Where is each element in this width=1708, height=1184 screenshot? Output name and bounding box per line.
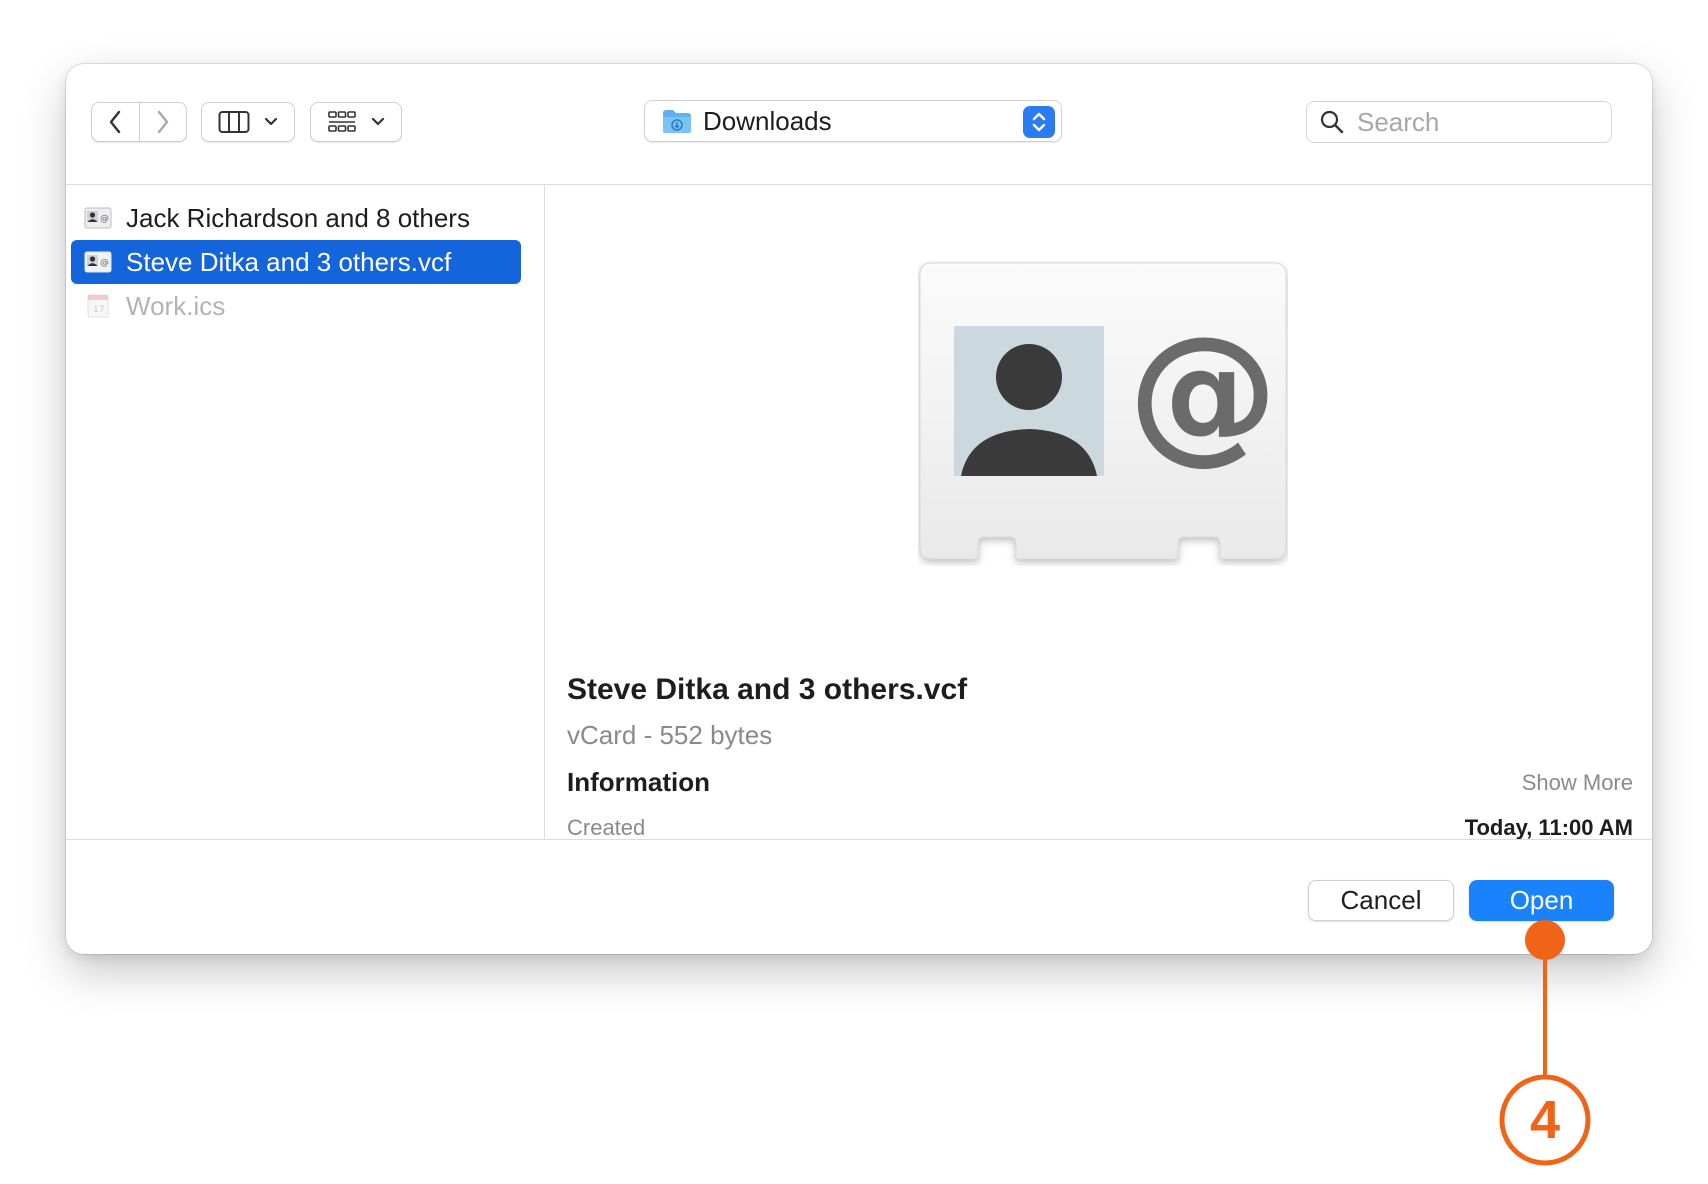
chevron-left-icon bbox=[110, 110, 121, 134]
show-more-link[interactable]: Show More bbox=[1522, 770, 1633, 796]
nav-button-group bbox=[91, 102, 187, 142]
location-stepper[interactable] bbox=[1023, 106, 1055, 138]
toolbar: Downloads bbox=[66, 64, 1652, 185]
search-icon bbox=[1320, 110, 1344, 134]
vcard-icon: @ bbox=[84, 250, 112, 274]
file-name: Jack Richardson and 8 others bbox=[126, 202, 470, 233]
icon-grid-icon bbox=[328, 111, 356, 132]
file-row-steve-ditka[interactable]: @ Steve Ditka and 3 others.vcf bbox=[71, 240, 521, 284]
location-popup[interactable]: Downloads bbox=[644, 100, 1062, 142]
preview-filename: Steve Ditka and 3 others.vcf bbox=[567, 673, 968, 706]
downloads-folder-icon bbox=[663, 110, 691, 133]
svg-text:17: 17 bbox=[93, 305, 104, 315]
view-mode-button[interactable] bbox=[201, 102, 295, 142]
preview-pane: @ Steve Ditka and 3 others.vcf vCard - 5… bbox=[545, 185, 1652, 840]
chevron-down-icon bbox=[264, 117, 278, 126]
file-name: Steve Ditka and 3 others.vcf bbox=[126, 246, 452, 277]
cancel-button[interactable]: Cancel bbox=[1308, 880, 1454, 921]
vcard-icon: @ bbox=[84, 206, 112, 230]
created-label: Created bbox=[567, 815, 646, 840]
file-row-work-ics: 17 Work.ics bbox=[71, 284, 521, 328]
forward-button[interactable] bbox=[139, 103, 186, 141]
information-heading: Information bbox=[567, 767, 710, 797]
preview-kind-size: vCard - 552 bytes bbox=[567, 720, 773, 750]
calendar-icon: 17 bbox=[84, 294, 112, 318]
svg-text:@: @ bbox=[100, 258, 109, 268]
open-button[interactable]: Open bbox=[1469, 880, 1614, 921]
dialog-footer: Cancel Open bbox=[66, 839, 1652, 954]
back-button[interactable] bbox=[92, 103, 139, 141]
svg-text:@: @ bbox=[100, 214, 109, 224]
column-view-icon bbox=[218, 111, 250, 133]
file-list: @ Jack Richardson and 8 others @ Steve D… bbox=[66, 185, 545, 839]
location-label: Downloads bbox=[703, 105, 832, 136]
created-value: Today, 11:00 AM bbox=[1464, 815, 1633, 840]
vcard-preview-image: @ bbox=[918, 261, 1288, 566]
svg-text:@: @ bbox=[1128, 305, 1278, 479]
search-input[interactable] bbox=[1355, 105, 1589, 139]
step-number: 4 bbox=[1529, 1090, 1561, 1150]
up-down-arrows-icon bbox=[1032, 112, 1046, 132]
chevron-down-icon bbox=[371, 117, 385, 126]
group-by-button[interactable] bbox=[310, 102, 402, 142]
open-file-dialog: Downloads @ Jack Richardson and 8 others… bbox=[66, 64, 1652, 954]
file-row-jack-richardson[interactable]: @ Jack Richardson and 8 others bbox=[71, 196, 521, 240]
file-name: Work.ics bbox=[126, 290, 226, 321]
search-field[interactable] bbox=[1306, 101, 1612, 143]
chevron-right-icon bbox=[157, 110, 168, 134]
